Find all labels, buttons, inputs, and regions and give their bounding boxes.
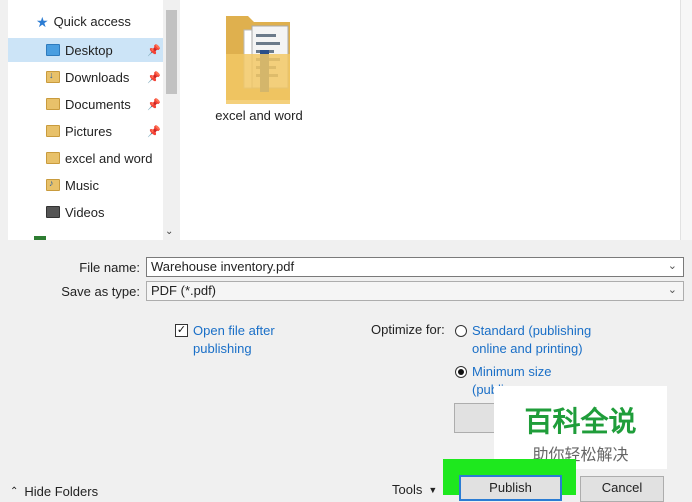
publish-label: Publish [489,480,532,495]
folder-icon [46,152,60,164]
minimum-size-radio[interactable] [455,366,467,378]
right-scrollbar[interactable] [680,0,692,240]
chevron-up-icon: ⌃ [10,486,19,497]
save-type-value: PDF (*.pdf) [151,283,217,298]
nav-scrollbar-thumb[interactable] [166,10,177,94]
pin-icon: 📌 [147,98,161,111]
chevron-down-icon[interactable]: ⌄ [668,282,677,298]
save-type-select[interactable]: PDF (*.pdf) ⌄ [146,281,684,301]
open-after-label[interactable]: Open file after publishing [193,322,275,358]
minimum-line1: Minimum size [472,364,552,379]
file-name-value: Warehouse inventory.pdf [151,259,295,274]
pin-icon: 📌 [147,125,161,138]
hide-folders-button[interactable]: ⌃ Hide Folders [10,484,98,499]
videos-icon [46,206,60,218]
watermark: 百科全说 助你轻松解决 [494,386,667,469]
watermark-title: 百科全说 [524,405,637,438]
pane-edge [0,0,8,240]
open-after-checkbox[interactable]: ✓ [175,324,188,337]
publish-button[interactable]: Publish [459,475,562,501]
pictures-icon [46,125,60,137]
navigation-pane: ★ Quick access Desktop 📌 ↓ Downloads 📌 D… [0,0,180,240]
sidebar-item-desktop[interactable]: Desktop 📌 [8,38,163,62]
star-icon: ★ [36,13,49,30]
sidebar-item-label: Videos [65,204,105,220]
sidebar-item-excel-and-word[interactable]: excel and word [8,146,163,170]
standard-radio[interactable] [455,325,467,337]
sidebar-item-label: Music [65,177,99,193]
pin-icon: 📌 [147,44,161,57]
sidebar-item-label: Pictures [65,123,112,139]
open-after-line2: publishing [193,341,252,356]
optimize-label: Optimize for: [371,322,445,337]
sidebar-item-label: Desktop [65,42,113,58]
desktop-icon [46,44,60,56]
pane-separator [0,240,692,248]
folder-icon [226,16,290,104]
file-name-label: File name: [79,260,140,275]
music-icon: ♪ [46,178,60,191]
sidebar-item-downloads[interactable]: ↓ Downloads 📌 [8,65,163,89]
hide-folders-label: Hide Folders [24,484,99,499]
sidebar-item-music[interactable]: ♪ Music [8,173,163,197]
save-type-label: Save as type: [61,284,140,299]
downloads-icon: ↓ [46,70,60,83]
documents-icon [46,98,60,110]
standard-line2: online and printing) [472,341,583,356]
sidebar-item-label: Documents [65,96,131,112]
sidebar-item-documents[interactable]: Documents 📌 [8,92,163,116]
caret-down-icon: ▼ [428,484,438,495]
scroll-down-icon[interactable]: ⌄ [165,226,173,237]
scroll-up-icon[interactable]: ⌃ [165,0,173,7]
sidebar-item-pictures[interactable]: Pictures 📌 [8,119,163,143]
cancel-label: Cancel [601,480,643,495]
sidebar-item-label: Downloads [65,69,130,85]
chevron-down-icon[interactable]: ⌄ [668,258,677,274]
standard-option-label[interactable]: Standard (publishing online and printing… [472,322,591,358]
cancel-button[interactable]: Cancel [580,476,664,502]
quick-access-label: Quick access [53,14,131,29]
folder-item[interactable]: excel and word [212,10,308,123]
standard-line1: Standard (publishing [472,323,592,338]
open-after-line1: Open file after [193,323,275,338]
pin-icon: 📌 [147,71,161,84]
file-name-input[interactable]: Warehouse inventory.pdf ⌄ [146,257,684,277]
folder-label: excel and word [215,108,303,123]
quick-access-item[interactable]: ★ Quick access [36,14,131,29]
sidebar-item-label: excel and word [65,150,153,166]
sidebar-item-videos[interactable]: Videos [8,200,163,224]
